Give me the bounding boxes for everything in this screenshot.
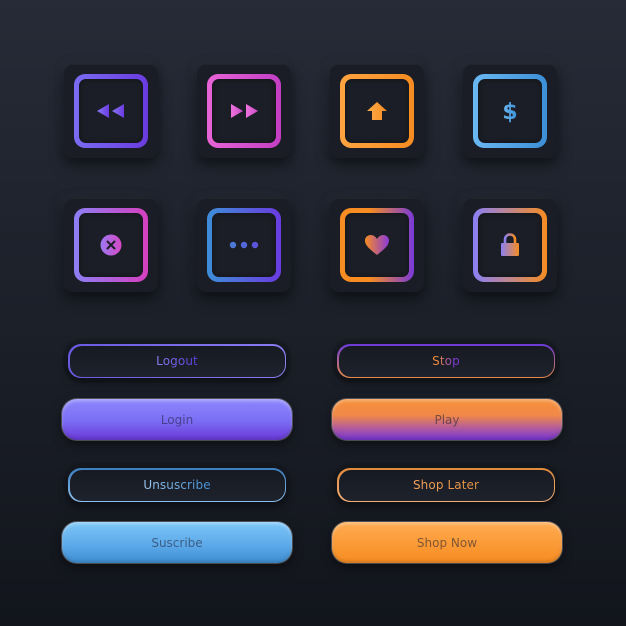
login-button[interactable]: Login [62,399,292,440]
home-button[interactable] [330,64,424,158]
play-label: Play [434,412,460,427]
tile-frame [74,74,148,148]
lock-icon [501,233,519,256]
close-circle-icon [100,234,122,256]
dollar-icon: $ [502,100,517,124]
home-arrow-icon [367,102,387,120]
rewind-icon [97,104,124,118]
tile-frame [473,208,547,282]
logout-button[interactable]: Logout [68,344,286,378]
fast-forward-icon [231,104,258,118]
tile-frame [74,208,148,282]
rewind-button[interactable] [64,64,158,158]
tile-frame [207,74,281,148]
shop-later-button[interactable]: Shop Later [337,468,555,502]
svg-text:$: $ [502,100,517,124]
more-dots-icon [229,241,259,249]
favorite-button[interactable] [330,198,424,292]
tile-frame [207,208,281,282]
subscribe-button[interactable]: Suscribe [62,522,292,563]
stop-label: Stop [432,354,460,368]
heart-icon [365,235,389,255]
login-label: Login [160,412,194,427]
more-button[interactable] [197,198,291,292]
shop-now-button[interactable]: Shop Now [332,522,562,563]
shop-now-label: Shop Now [416,535,478,550]
unsubscribe-button[interactable]: Unsuscribe [68,468,286,502]
tile-frame: $ [473,74,547,148]
play-button[interactable]: Play [332,399,562,440]
dollar-button[interactable]: $ [463,64,557,158]
lock-button[interactable] [463,198,557,292]
subscribe-label: Suscribe [151,535,203,550]
stop-button[interactable]: Stop [337,344,555,378]
fast-forward-button[interactable] [197,64,291,158]
logout-label: Logout [156,354,198,368]
close-button[interactable] [64,198,158,292]
shop-later-label: Shop Later [412,478,480,492]
tile-frame [340,208,414,282]
unsubscribe-label: Unsuscribe [143,478,211,492]
tile-frame [340,74,414,148]
